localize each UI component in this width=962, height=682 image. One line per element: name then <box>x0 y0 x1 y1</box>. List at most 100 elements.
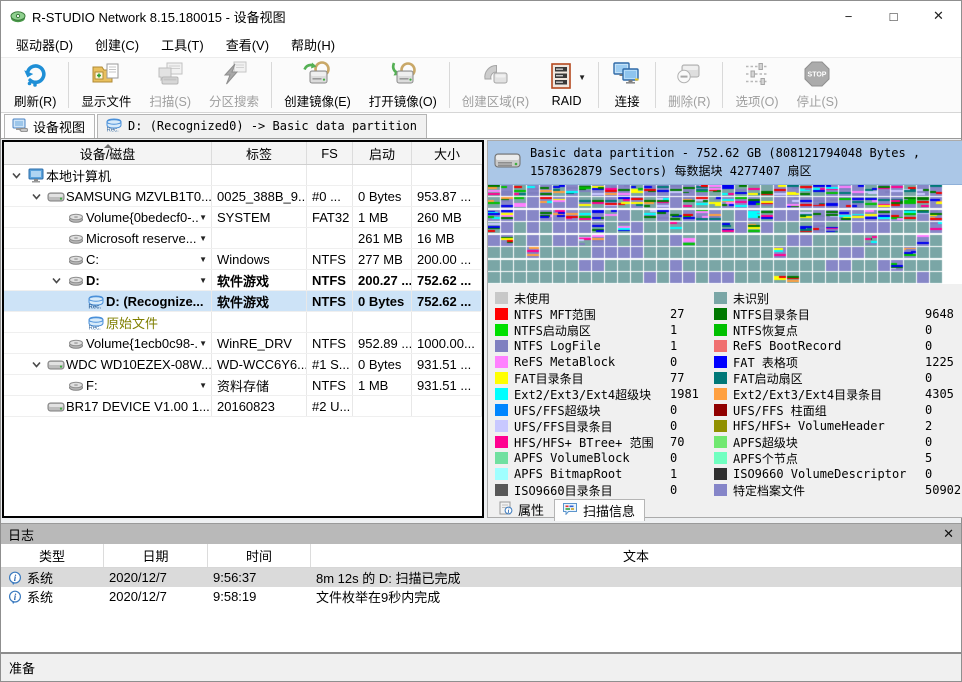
legend-item: HFS/HFS+ BTree+ 范围70 <box>495 434 714 450</box>
show-files-button[interactable]: 显示文件 <box>72 59 140 111</box>
tree-row[interactable]: F:▼资料存储NTFS1 MB931.51 ... <box>4 375 482 396</box>
volume-dropdown-icon[interactable]: ▼ <box>199 381 211 390</box>
volume-dropdown-icon[interactable]: ▼ <box>199 234 211 243</box>
tree-row[interactable]: Microsoft reserve...▼261 MB16 MB <box>4 228 482 249</box>
device-name: D: <box>86 273 100 288</box>
tree-row[interactable]: BR17 DEVICE V1.00 1....20160823#2 U... <box>4 396 482 417</box>
label-cell: 软件游戏 <box>212 270 307 290</box>
legend-count: 0 <box>925 467 962 481</box>
stop-icon: STOP <box>802 60 832 91</box>
size-cell <box>412 312 482 332</box>
device-cell: WDC WD10EZEX-08W... <box>4 354 212 374</box>
tree-row[interactable]: 本地计算机 <box>4 165 482 186</box>
create-image-icon <box>301 60 333 91</box>
fs-cell <box>307 312 353 332</box>
raid-button[interactable]: ▼ RAID <box>538 59 595 111</box>
disk-blockmap[interactable] <box>488 185 943 284</box>
log-column-text[interactable]: 文本 <box>311 544 961 567</box>
volume-icon <box>65 337 86 349</box>
size-cell: 953.87 ... <box>412 186 482 206</box>
legend-label: HFS/HFS+ BTree+ 范围 <box>514 434 664 451</box>
tree-row[interactable]: Volume{1ecb0c98-...▼WinRE_DRVNTFS952.89 … <box>4 333 482 354</box>
legend-count: 0 <box>925 371 962 385</box>
legend-count: 1225 <box>925 355 962 369</box>
expand-caret-icon[interactable] <box>8 170 25 181</box>
tab-recognized-partition[interactable]: Rec. D: (Recognized0) -> Basic data part… <box>97 114 427 138</box>
size-cell <box>412 396 482 416</box>
tab-device-view[interactable]: 设备视图 <box>4 114 95 138</box>
device-cell: F: ▼ <box>4 375 212 395</box>
expand-caret-icon[interactable] <box>48 275 65 286</box>
log-column-date[interactable]: 日期 <box>104 544 208 567</box>
legend-count: 0 <box>670 355 714 369</box>
tab-properties[interactable]: i 属性 <box>491 499 553 521</box>
toolbar-button-label: 刷新(R) <box>14 91 56 110</box>
menu-tools[interactable]: 工具(T) <box>150 32 215 57</box>
menu-create[interactable]: 创建(C) <box>84 32 150 57</box>
minimize-button[interactable]: − <box>826 1 871 31</box>
device-cell: Rec.D: (Recognize... <box>4 291 212 311</box>
menu-drives[interactable]: 驱动器(D) <box>5 32 84 57</box>
delete-button: 删除(R) <box>659 59 719 111</box>
log-row[interactable]: i系统2020/12/79:56:378m 12s 的 D: 扫描已完成 <box>1 568 961 587</box>
log-column-type[interactable]: 类型 <box>1 544 104 567</box>
tree-row[interactable]: WDC WD10EZEX-08W...WD-WCC6Y6...#1 S...0 … <box>4 354 482 375</box>
start-cell <box>353 396 412 416</box>
column-header-label[interactable]: 标签 <box>212 142 307 164</box>
tree-row[interactable]: C:▼WindowsNTFS277 MB200.00 ... <box>4 249 482 270</box>
column-header-size[interactable]: 大小 <box>412 142 482 164</box>
svg-text:STOP: STOP <box>808 71 827 78</box>
size-cell: 200.00 ... <box>412 249 482 269</box>
tree-row[interactable]: Volume{0bedecf0-...▼SYSTEMFAT321 MB260 M… <box>4 207 482 228</box>
tab-label: 属性 <box>518 500 544 519</box>
menu-view[interactable]: 查看(V) <box>215 32 280 57</box>
close-log-icon[interactable]: ✕ <box>943 526 954 542</box>
options-button: 选项(O) <box>726 59 787 111</box>
tree-row[interactable]: SAMSUNG MZVLB1T0...0025_388B_9...#0 ...0… <box>4 186 482 207</box>
volume-dropdown-icon[interactable]: ▼ <box>199 339 211 348</box>
svg-text:Rec.: Rec. <box>88 304 101 309</box>
legend-label: APFS超级块 <box>733 434 919 451</box>
log-type-cell: i系统 <box>1 568 104 587</box>
log-column-time[interactable]: 时间 <box>208 544 311 567</box>
tree-row[interactable]: Rec.D: (Recognize...软件游戏NTFS0 Bytes752.6… <box>4 291 482 312</box>
harddrive-icon <box>493 148 523 177</box>
volume-dropdown-icon[interactable]: ▼ <box>199 276 211 285</box>
legend-label: FAT目录条目 <box>514 370 664 387</box>
device-view-icon <box>12 118 28 135</box>
toolbar-button-label: RAID <box>552 94 582 108</box>
column-header-fs[interactable]: FS <box>307 142 353 164</box>
size-cell: 260 MB <box>412 207 482 227</box>
open-image-button[interactable]: 打开镜像(O) <box>360 59 446 111</box>
connect-button[interactable]: 连接 <box>602 59 652 111</box>
volume-dropdown-icon[interactable]: ▼ <box>199 213 211 222</box>
log-header-row: 类型 日期 时间 文本 <box>1 544 961 568</box>
tree-row[interactable]: Rec.原始文件 <box>4 312 482 333</box>
refresh-button[interactable]: 刷新(R) <box>5 59 65 111</box>
legend-count: 5 <box>925 451 962 465</box>
dropdown-arrow-icon[interactable]: ▼ <box>578 73 586 82</box>
maximize-button[interactable]: □ <box>871 1 916 31</box>
rec-icon: Rec. <box>85 315 106 330</box>
column-header-start[interactable]: 启动 <box>353 142 412 164</box>
toolbar-separator <box>655 62 656 108</box>
legend-label: ISO9660 VolumeDescriptor <box>733 467 919 481</box>
device-tree-panel: 设备/磁盘 标签 FS 启动 大小 本地计算机SAMSUNG MZVLB1T0.… <box>2 140 484 518</box>
info-tabbar: i 属性 扫描信息 <box>488 498 962 521</box>
tree-row[interactable]: D:▼软件游戏NTFS200.27 ...752.62 ... <box>4 270 482 291</box>
start-cell: 1 MB <box>353 207 412 227</box>
volume-dropdown-icon[interactable]: ▼ <box>199 255 211 264</box>
create-image-button[interactable]: 创建镜像(E) <box>275 59 360 111</box>
log-row[interactable]: i系统2020/12/79:58:19文件枚举在9秒内完成 <box>1 587 961 606</box>
legend-swatch <box>714 340 727 352</box>
expand-caret-icon[interactable] <box>28 359 45 370</box>
tab-scan-info[interactable]: 扫描信息 <box>554 499 645 521</box>
label-cell: 0025_388B_9... <box>212 186 307 206</box>
device-name: F: <box>86 378 98 393</box>
menu-help[interactable]: 帮助(H) <box>280 32 346 57</box>
close-button[interactable]: ✕ <box>916 1 961 31</box>
start-cell: 0 Bytes <box>353 354 412 374</box>
legend-item: APFS BitmapRoot1 <box>495 466 714 482</box>
fs-cell: #2 U... <box>307 396 353 416</box>
expand-caret-icon[interactable] <box>28 191 45 202</box>
